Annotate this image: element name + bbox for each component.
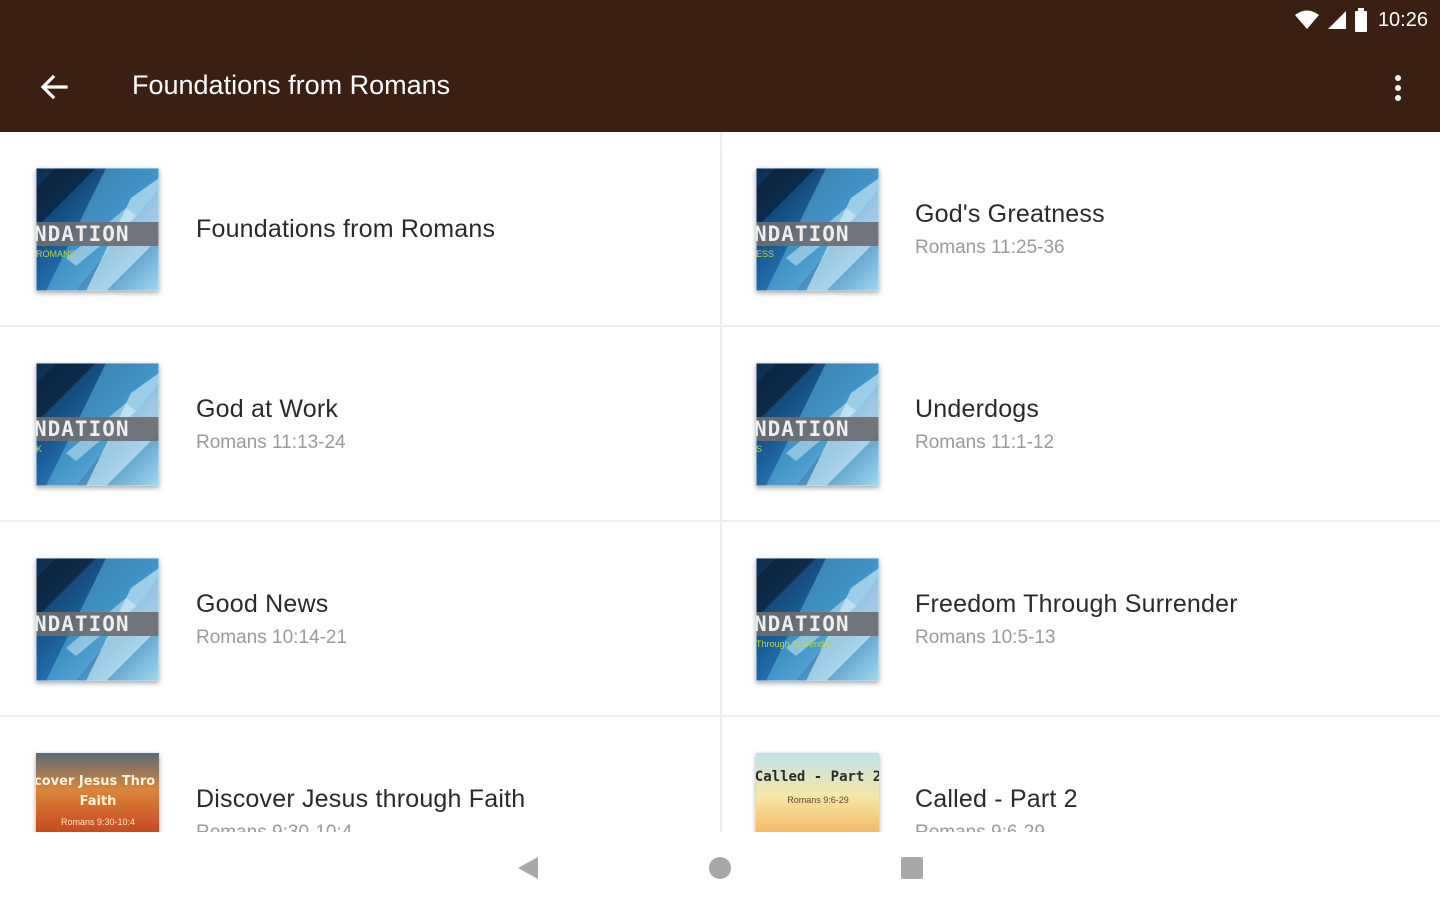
sermon-text: God at Work Romans 11:13-24	[196, 327, 346, 522]
sermon-artwork: NDATION S	[756, 363, 879, 486]
sermon-thumbnail: Called - Part 2 Romans 9:6-29	[756, 753, 879, 832]
sermon-list-item[interactable]: NDATION ESS God's Greatness Romans 11:25-36	[722, 132, 1440, 327]
artwork-subtitle-text: Romans 9:30-10:4	[61, 817, 135, 827]
sermon-artwork: NDATION ESS	[756, 168, 879, 291]
sermon-artwork: NDATION K	[36, 363, 159, 486]
sermon-list-item[interactable]: cover Jesus Thro Faith Romans 9:30-10:4 Dis…	[0, 717, 722, 832]
artwork-title-text: NDATION	[36, 612, 130, 636]
sermon-scripture-reference: Romans 11:13-24	[196, 432, 346, 453]
sermon-title: Good News	[196, 590, 329, 618]
artwork-subtitle-text: ROMANS	[36, 249, 76, 259]
status-bar: 10:26	[0, 0, 1440, 42]
artwork-title-text: Called - Part 2	[756, 769, 879, 785]
sermon-text: Good News Romans 10:14-21	[196, 522, 347, 717]
sermon-artwork: cover Jesus Thro Faith Romans 9:30-10:4	[36, 753, 159, 832]
sermon-thumbnail: NDATION S	[756, 363, 879, 486]
sermon-title: Underdogs	[915, 395, 1040, 423]
sermon-grid: NDATION ROMANS Foundations from Romans NDAT…	[0, 132, 1440, 832]
artwork-title-text: cover Jesus Thro	[36, 774, 155, 789]
sermon-title: Foundations from Romans	[196, 215, 496, 243]
nav-recents-square-icon	[901, 857, 923, 879]
nav-home-circle-icon	[709, 857, 731, 879]
sermon-artwork: Called - Part 2 Romans 9:6-29	[756, 753, 879, 832]
nav-back-button[interactable]	[510, 850, 546, 886]
sermon-list-item[interactable]: NDATION ROMANS Foundations from Romans	[0, 132, 722, 327]
back-button[interactable]	[30, 65, 78, 109]
page-title: Foundations from Romans	[132, 70, 451, 100]
sermon-list-item[interactable]: NDATION Good News Romans 10:14-21	[0, 522, 722, 717]
sermon-list-item[interactable]: NDATION Through Surrender Freedom Through …	[722, 522, 1440, 717]
sermon-scripture-reference: Romans 10:5-13	[915, 627, 1056, 648]
sermon-text: Underdogs Romans 11:1-12	[915, 327, 1054, 522]
sermon-artwork: NDATION ROMANS	[36, 168, 159, 291]
sermon-list[interactable]: NDATION ROMANS Foundations from Romans NDAT…	[0, 132, 1440, 832]
sermon-list-item[interactable]: NDATION S Underdogs Romans 11:1-12	[722, 327, 1440, 522]
artwork-subtitle-text: K	[36, 444, 42, 454]
battery-icon	[1354, 8, 1367, 32]
sermon-thumbnail: cover Jesus Thro Faith Romans 9:30-10:4	[36, 753, 159, 832]
sermon-title: Freedom Through Surrender	[915, 590, 1238, 618]
sermon-title: Discover Jesus through Faith	[196, 785, 526, 813]
wifi-icon	[1294, 10, 1319, 29]
app-bar: Foundations from Romans	[0, 42, 1440, 132]
sermon-text: God's Greatness Romans 11:25-36	[915, 132, 1105, 327]
sermon-list-item[interactable]: Called - Part 2 Romans 9:6-29 Called - Par…	[722, 717, 1440, 832]
artwork-title-text: NDATION	[36, 222, 130, 246]
artwork-subtitle-text: Through Surrender	[756, 639, 832, 649]
nav-back-triangle-icon	[518, 857, 538, 879]
artwork-title-text: NDATION	[756, 417, 850, 441]
sermon-list-item[interactable]: NDATION K God at Work Romans 11:13-24	[0, 327, 722, 522]
arrow-back-icon	[40, 74, 68, 100]
sermon-scripture-reference: Romans 9:30-10:4	[196, 822, 525, 832]
more-vert-icon	[1395, 75, 1401, 101]
sermon-scripture-reference: Romans 11:25-36	[915, 237, 1065, 258]
system-nav-bar	[0, 832, 1440, 900]
artwork-subtitle-text: ESS	[756, 249, 774, 259]
artwork-title-text: NDATION	[756, 222, 850, 246]
sermon-thumbnail: NDATION Through Surrender	[756, 558, 879, 681]
nav-recents-button[interactable]	[894, 850, 930, 886]
sermon-text: Freedom Through Surrender Romans 10:5-13	[915, 522, 1238, 717]
status-time: 10:26	[1377, 8, 1428, 31]
artwork-title-text: NDATION	[36, 417, 130, 441]
artwork-title-text: NDATION	[756, 612, 850, 636]
sermon-title: God at Work	[196, 395, 339, 423]
artwork-subtitle-text: S	[756, 444, 762, 454]
nav-home-button[interactable]	[702, 850, 738, 886]
cell-signal-icon	[1327, 11, 1346, 29]
sermon-text: Foundations from Romans	[196, 132, 495, 327]
sermon-artwork: NDATION	[36, 558, 159, 681]
sermon-thumbnail: NDATION ESS	[756, 168, 879, 291]
sermon-thumbnail: NDATION ROMANS	[36, 168, 159, 291]
sermon-artwork: NDATION Through Surrender	[756, 558, 879, 681]
sermon-scripture-reference: Romans 10:14-21	[196, 627, 348, 648]
overflow-menu-button[interactable]	[1378, 66, 1418, 110]
sermon-thumbnail: NDATION K	[36, 363, 159, 486]
status-icons: 10:26	[1294, 6, 1428, 34]
artwork-subtitle-text: Romans 9:6-29	[787, 795, 849, 805]
sermon-text: Called - Part 2 Romans 9:6-29	[915, 717, 1078, 832]
sermon-text: Discover Jesus through Faith Romans 9:30-…	[196, 717, 525, 832]
sermon-scripture-reference: Romans 11:1-12	[915, 432, 1055, 453]
sermon-title: Called - Part 2	[915, 785, 1078, 813]
sermon-thumbnail: NDATION	[36, 558, 159, 681]
sermon-scripture-reference: Romans 9:6-29	[915, 822, 1078, 832]
sermon-title: God's Greatness	[915, 200, 1105, 228]
artwork-title-line2: Faith	[80, 794, 117, 809]
